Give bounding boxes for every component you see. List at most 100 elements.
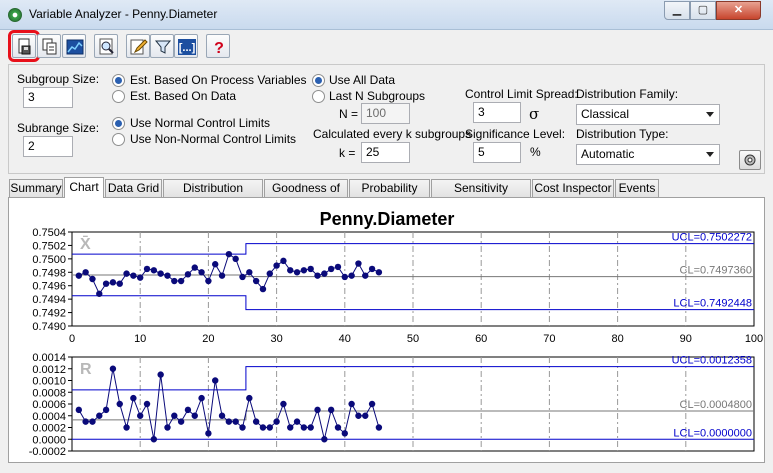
- n-label: N =: [339, 107, 359, 121]
- significance-level-label: Significance Level:: [465, 127, 566, 141]
- funnel-icon: [154, 40, 172, 54]
- data-point: [334, 424, 342, 431]
- data-point: [362, 272, 369, 279]
- use-all-data-radio[interactable]: [312, 74, 325, 87]
- k-input[interactable]: 25: [361, 142, 410, 163]
- distribution-type-label: Distribution Type:: [576, 127, 669, 141]
- data-point: [314, 406, 321, 414]
- data-point: [75, 272, 83, 279]
- data-point: [150, 436, 158, 443]
- data-point: [116, 280, 123, 287]
- tab-distribution-analysis[interactable]: Distribution Analysis: [163, 179, 263, 211]
- chevron-down-icon: [706, 152, 714, 157]
- last-n-label[interactable]: Last N Subgroups: [329, 89, 425, 103]
- data-point: [137, 274, 144, 281]
- data-point: [218, 412, 226, 419]
- data-point: [327, 265, 335, 273]
- x-tick-label: 70: [543, 333, 555, 345]
- use-normal-radio[interactable]: [112, 117, 125, 130]
- x-tick-label: 20: [202, 333, 214, 345]
- export-chart-button[interactable]: [62, 34, 86, 58]
- est-data-radio[interactable]: [112, 90, 125, 103]
- y-tick-label: 0.7492: [32, 308, 66, 320]
- data-point: [375, 424, 383, 431]
- subrange-size-input[interactable]: 2: [23, 136, 73, 157]
- copy-button[interactable]: [37, 34, 61, 58]
- filter-button[interactable]: [150, 34, 174, 58]
- x-tick-label: 0: [69, 333, 75, 345]
- window-title: Variable Analyzer - Penny.Diameter: [29, 7, 218, 21]
- n-input[interactable]: 100: [361, 103, 410, 124]
- minimize-button[interactable]: ▁: [664, 1, 690, 20]
- tab-events[interactable]: Events: [615, 179, 659, 197]
- copy-icon: [42, 38, 57, 55]
- data-point: [184, 271, 192, 278]
- x-tick-label: 60: [475, 333, 487, 345]
- bracket-settings-button[interactable]: [...]: [174, 34, 198, 58]
- settings-panel: Subgroup Size: 3 Subrange Size: 2 Est. B…: [8, 64, 765, 174]
- distribution-family-select[interactable]: Classical: [576, 104, 720, 125]
- sigma-symbol: σ: [529, 105, 540, 123]
- svg-text:[...]: [...]: [179, 42, 196, 54]
- control-limit-spread-input[interactable]: 3: [473, 102, 521, 123]
- est-process-vars-radio[interactable]: [112, 74, 125, 87]
- data-point: [246, 269, 253, 276]
- data-point: [130, 272, 137, 279]
- y-tick-label: 0.7498: [32, 267, 66, 279]
- use-normal-label[interactable]: Use Normal Control Limits: [130, 116, 270, 130]
- data-point: [266, 270, 273, 277]
- chart-panel: Penny.Diameter 0.7504 0.7502 0.7500 0.7498 0.…: [8, 197, 765, 463]
- chevron-down-icon: [706, 112, 714, 117]
- tab-probability-plot[interactable]: Probability Plot: [349, 179, 430, 211]
- x-tick-label: 90: [680, 333, 692, 345]
- tab-cost-inspector[interactable]: Cost Inspector: [532, 179, 614, 197]
- subgroup-size-input[interactable]: 3: [23, 87, 73, 108]
- data-point: [212, 261, 219, 268]
- tab-sensitivity-analysis[interactable]: Sensitivity Analysis: [431, 179, 531, 211]
- data-point: [355, 260, 362, 267]
- tab-summary[interactable]: Summary: [9, 179, 63, 197]
- zoom-button[interactable]: [94, 34, 118, 58]
- data-point: [137, 412, 144, 419]
- data-point: [102, 406, 110, 414]
- use-non-normal-radio[interactable]: [112, 133, 125, 146]
- data-point: [198, 394, 205, 402]
- est-process-vars-label[interactable]: Est. Based On Process Variables: [130, 73, 307, 87]
- data-point: [177, 418, 185, 425]
- data-point: [157, 371, 164, 378]
- data-point: [130, 394, 137, 402]
- options-button[interactable]: [739, 150, 761, 170]
- bracket-icon: [...]: [178, 39, 196, 55]
- data-point: [273, 418, 280, 425]
- edit-button[interactable]: [126, 34, 150, 58]
- chart-title: Penny.Diameter: [320, 209, 455, 229]
- distribution-type-select[interactable]: Automatic: [576, 144, 720, 165]
- last-n-radio[interactable]: [312, 90, 325, 103]
- y-tick-label: 0.0014: [32, 352, 66, 364]
- data-point: [177, 277, 185, 285]
- data-point: [123, 270, 130, 277]
- tab-data-grid[interactable]: Data Grid: [105, 179, 162, 197]
- data-point: [246, 394, 253, 402]
- y-tick-label: 0.7494: [32, 294, 66, 306]
- distribution-family-label: Distribution Family:: [576, 87, 679, 101]
- tab-goodness-of-fit[interactable]: Goodness of Fit: [264, 179, 348, 211]
- data-point: [205, 430, 212, 437]
- calc-every-label: Calculated every k subgroups: [313, 127, 472, 141]
- tab-chart[interactable]: Chart: [64, 177, 104, 198]
- data-point: [362, 412, 369, 419]
- use-all-data-label[interactable]: Use All Data: [329, 73, 395, 87]
- maximize-button[interactable]: ▢: [690, 1, 716, 20]
- close-button[interactable]: ✕: [716, 1, 761, 20]
- save-report-button[interactable]: [8, 30, 40, 62]
- data-point: [293, 418, 301, 425]
- significance-level-input[interactable]: 5: [473, 142, 521, 163]
- help-icon: ?: [214, 40, 224, 56]
- lcl-label: LCL=0.7492448: [673, 298, 752, 310]
- y-tick-label: 0.7490: [32, 321, 66, 333]
- data-point: [321, 270, 328, 277]
- title-bar: Variable Analyzer - Penny.Diameter ▁ ▢ ✕: [0, 0, 773, 30]
- est-data-label[interactable]: Est. Based On Data: [130, 89, 236, 103]
- use-non-normal-label[interactable]: Use Non-Normal Control Limits: [130, 132, 296, 146]
- help-button[interactable]: ?: [206, 34, 230, 58]
